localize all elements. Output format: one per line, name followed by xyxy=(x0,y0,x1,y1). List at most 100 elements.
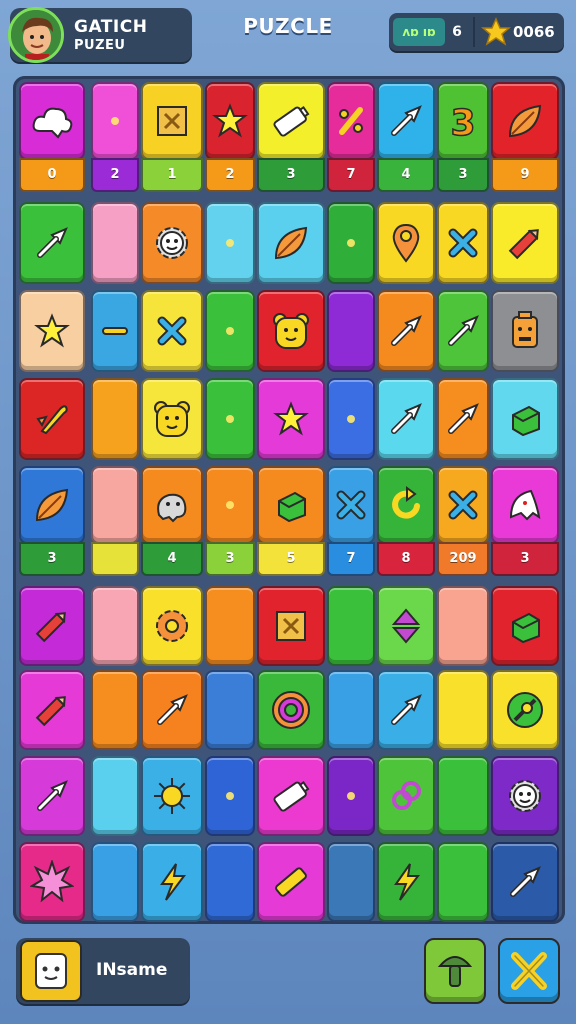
board-tile[interactable] xyxy=(257,670,325,750)
board-tile[interactable] xyxy=(377,290,435,372)
board-tile[interactable] xyxy=(491,290,559,372)
board-tile[interactable] xyxy=(437,290,489,372)
board-tile[interactable] xyxy=(19,290,85,372)
avatar[interactable] xyxy=(8,7,64,63)
board-tile[interactable] xyxy=(91,466,139,544)
board-tile[interactable] xyxy=(19,378,85,460)
tile-count-badge: 0 xyxy=(19,158,85,192)
board-tile[interactable] xyxy=(141,82,203,160)
board-tile[interactable] xyxy=(141,202,203,284)
board-tile[interactable] xyxy=(91,378,139,460)
board-tile[interactable] xyxy=(257,756,325,836)
board-tile[interactable] xyxy=(377,202,435,284)
board-tile[interactable] xyxy=(327,842,375,922)
board-tile[interactable] xyxy=(437,466,489,544)
board-tile[interactable] xyxy=(91,756,139,836)
board-tile[interactable] xyxy=(19,466,85,544)
board-tile[interactable] xyxy=(19,202,85,284)
board-tile[interactable] xyxy=(141,378,203,460)
inventory-panel[interactable]: INsame xyxy=(16,938,190,1004)
board-tile[interactable] xyxy=(491,378,559,460)
board-tile[interactable] xyxy=(205,466,255,544)
board-tile[interactable] xyxy=(257,290,325,372)
board-tile[interactable] xyxy=(141,466,203,544)
board-tile[interactable] xyxy=(491,842,559,922)
board-tile[interactable] xyxy=(205,756,255,836)
board-tile[interactable] xyxy=(437,202,489,284)
hint-button[interactable] xyxy=(424,938,486,1004)
board-tile[interactable] xyxy=(257,202,325,284)
board-tile[interactable] xyxy=(327,586,375,666)
board-tile[interactable] xyxy=(327,202,375,284)
board-tile[interactable] xyxy=(19,82,85,160)
board-tile[interactable] xyxy=(205,378,255,460)
board-tile[interactable] xyxy=(491,586,559,666)
tile-count-badge: 7 xyxy=(327,158,375,192)
board-tile[interactable] xyxy=(19,842,85,922)
board-tile[interactable] xyxy=(205,82,255,160)
board-tile[interactable] xyxy=(377,378,435,460)
board-tile[interactable] xyxy=(257,82,325,160)
tile-count-badge: 2 xyxy=(91,158,139,192)
cross-icon xyxy=(143,292,201,370)
board-tile[interactable] xyxy=(377,842,435,922)
board-tile[interactable] xyxy=(141,756,203,836)
board-tile[interactable] xyxy=(437,378,489,460)
board-tile[interactable] xyxy=(437,842,489,922)
board-tile[interactable] xyxy=(491,82,559,160)
board-tile[interactable] xyxy=(327,82,375,160)
board-tile[interactable] xyxy=(377,466,435,544)
board-tile[interactable] xyxy=(19,586,85,666)
board-tile[interactable] xyxy=(377,756,435,836)
board-tile[interactable] xyxy=(91,586,139,666)
board-tile[interactable] xyxy=(491,202,559,284)
board-tile[interactable] xyxy=(205,670,255,750)
tile-count-badge: 4 xyxy=(377,158,435,192)
board-tile[interactable] xyxy=(91,842,139,922)
board-tile[interactable] xyxy=(491,466,559,544)
board-tile[interactable] xyxy=(205,290,255,372)
board-tile[interactable] xyxy=(257,378,325,460)
shuffle-button[interactable] xyxy=(498,938,560,1004)
board-tile[interactable] xyxy=(327,466,375,544)
board-tile[interactable] xyxy=(257,842,325,922)
board-tile[interactable] xyxy=(205,202,255,284)
board-tile[interactable] xyxy=(491,670,559,750)
avatar-face-icon xyxy=(11,10,61,60)
board-tile[interactable] xyxy=(437,586,489,666)
board-tile[interactable] xyxy=(257,466,325,544)
board-tile[interactable]: 3 xyxy=(437,82,489,160)
board-tile[interactable] xyxy=(141,290,203,372)
board-tile[interactable] xyxy=(377,82,435,160)
board-tile[interactable] xyxy=(205,586,255,666)
rocket-icon xyxy=(21,380,83,458)
board-tile[interactable] xyxy=(91,202,139,284)
board-tile[interactable] xyxy=(327,290,375,372)
board-tile[interactable] xyxy=(491,756,559,836)
board-tile[interactable] xyxy=(377,586,435,666)
board-tile[interactable] xyxy=(141,586,203,666)
board-tile[interactable] xyxy=(327,378,375,460)
player-profile[interactable]: GATICH PUZEU xyxy=(8,7,192,63)
board-tile[interactable] xyxy=(327,670,375,750)
dot-icon xyxy=(329,758,373,834)
mushroom-icon xyxy=(437,956,473,987)
gear-face-icon xyxy=(493,758,557,834)
dash-icon xyxy=(93,292,137,370)
board-tile[interactable] xyxy=(377,670,435,750)
board-tile[interactable] xyxy=(141,842,203,922)
board-tile[interactable] xyxy=(327,756,375,836)
board-tile[interactable] xyxy=(257,586,325,666)
percent-icon xyxy=(329,84,373,158)
board-tile[interactable] xyxy=(91,82,139,160)
board-tile[interactable] xyxy=(437,670,489,750)
board-tile[interactable] xyxy=(141,670,203,750)
board-tile[interactable] xyxy=(91,290,139,372)
board-tile[interactable] xyxy=(205,842,255,922)
board-tile[interactable] xyxy=(19,756,85,836)
arrow-icon xyxy=(21,758,83,834)
board-tile[interactable] xyxy=(437,756,489,836)
board-tile[interactable] xyxy=(91,670,139,750)
board-tile[interactable] xyxy=(19,670,85,750)
ghost-icon[interactable] xyxy=(20,940,82,1002)
